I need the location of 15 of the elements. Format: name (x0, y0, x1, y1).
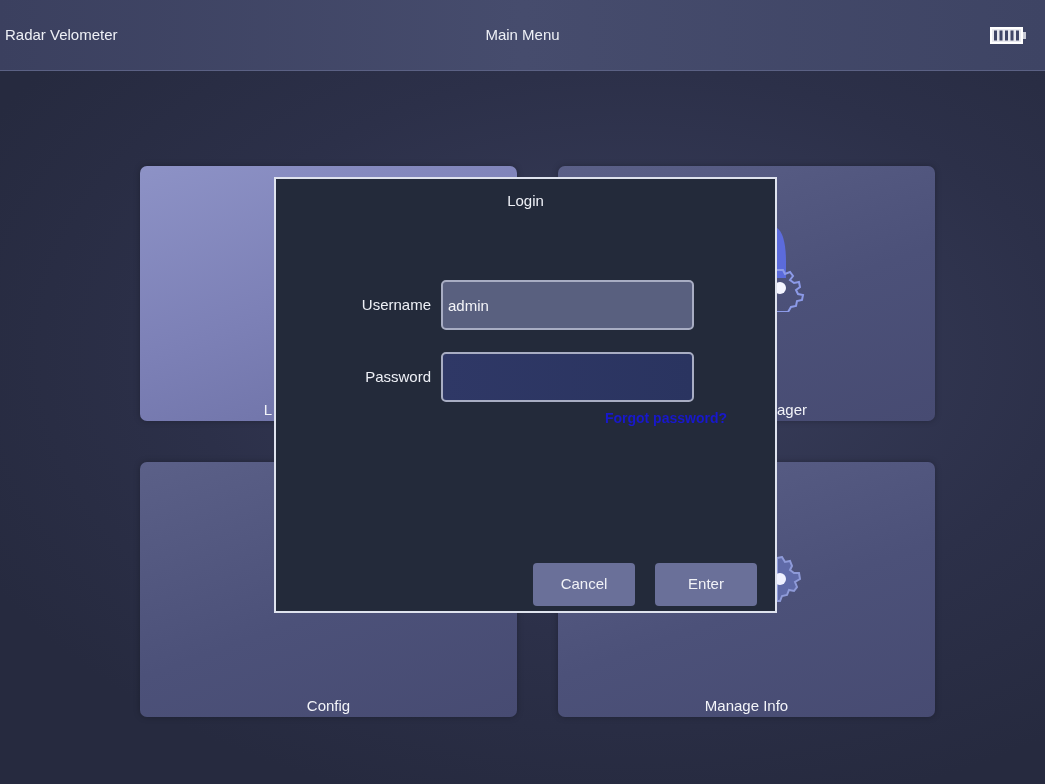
tile-label: L (263, 401, 272, 419)
tile-label: Manage Info (704, 697, 789, 715)
battery-icon (990, 26, 1026, 44)
password-field[interactable] (441, 352, 694, 402)
tile-label: Config (306, 697, 351, 715)
dialog-button[interactable]: Enter (655, 563, 757, 606)
dialog-title: Login (507, 191, 544, 211)
gear-icon (777, 228, 805, 312)
field-label: Password (365, 366, 431, 387)
dialog-button[interactable]: Cancel (533, 563, 635, 606)
screen-title: Main Menu (485, 24, 560, 45)
username-field[interactable]: admin (441, 280, 694, 330)
field-label: Username (361, 294, 431, 315)
tile-label: ager (777, 401, 808, 419)
app-title: Radar Velometer (5, 24, 118, 45)
